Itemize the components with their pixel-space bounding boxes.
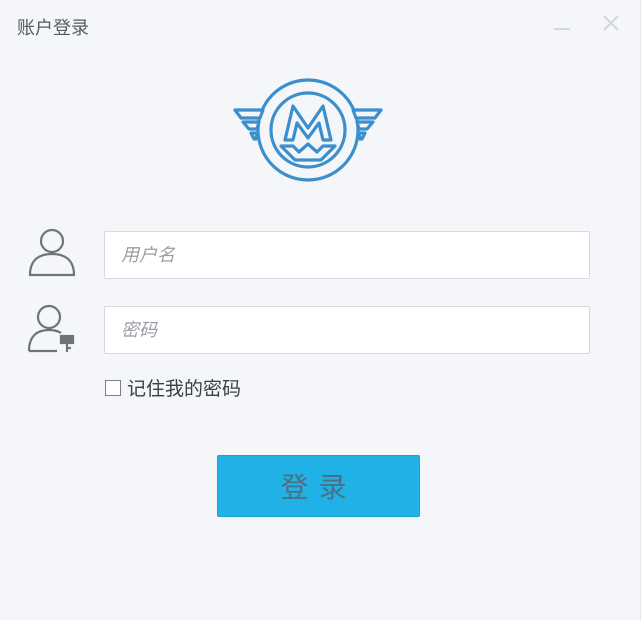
password-input[interactable] (105, 307, 589, 353)
username-field[interactable] (104, 231, 590, 279)
minimize-button[interactable] (549, 10, 575, 36)
remember-password-option[interactable]: 记住我的密码 (105, 374, 241, 401)
minimize-icon (554, 28, 570, 30)
login-button[interactable]: 登录 (217, 455, 420, 517)
window-title: 账户登录 (17, 18, 89, 39)
password-field[interactable] (104, 306, 590, 354)
remember-password-label: 记住我的密码 (127, 378, 242, 400)
user-lock-icon (27, 304, 75, 353)
login-window: 账户登录 用户名 记住我的密码 登录 (0, 0, 641, 620)
close-icon (603, 15, 619, 31)
user-icon (28, 228, 76, 277)
username-input[interactable] (105, 232, 589, 278)
remember-password-checkbox[interactable] (105, 379, 121, 396)
winged-m-logo (233, 78, 383, 182)
close-button[interactable] (598, 10, 624, 36)
